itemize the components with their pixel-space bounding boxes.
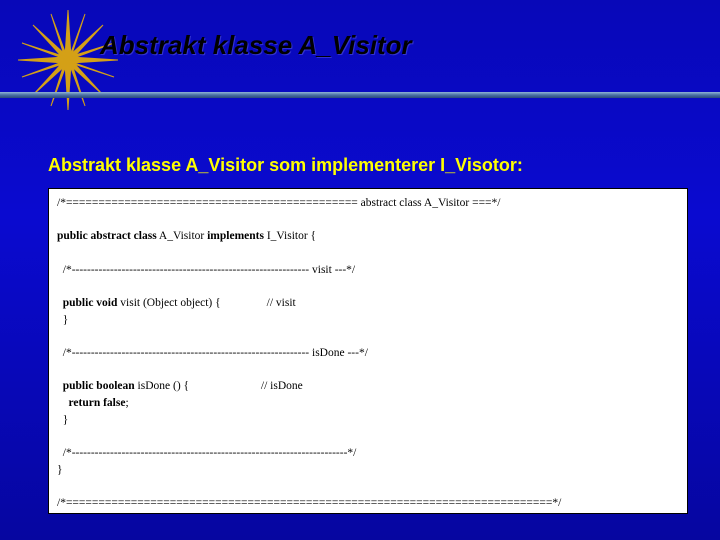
code-line: [57, 478, 679, 495]
slide-title: Abstrakt klasse A_Visitor: [100, 30, 412, 61]
code-line: return false;: [57, 395, 679, 412]
code-line: /*--------------------------------------…: [57, 262, 679, 279]
code-line: }: [57, 412, 679, 429]
code-line: /*======================================…: [57, 195, 679, 212]
code-line: [57, 428, 679, 445]
code-line: public abstract class A_Visitor implemen…: [57, 228, 679, 245]
code-box: /*======================================…: [48, 188, 688, 514]
slide-subtitle: Abstrakt klasse A_Visitor som implemente…: [48, 155, 523, 176]
code-line: /*--------------------------------------…: [57, 345, 679, 362]
code-line: public void visit (Object object) { // v…: [57, 295, 679, 312]
code-line: /*======================================…: [57, 495, 679, 512]
code-line: }: [57, 462, 679, 479]
code-line: [57, 212, 679, 229]
code-line: [57, 328, 679, 345]
code-line: [57, 245, 679, 262]
code-line: [57, 278, 679, 295]
code-line: [57, 362, 679, 379]
divider-rule: [0, 92, 720, 98]
code-line: }: [57, 312, 679, 329]
code-line: public boolean isDone () { // isDone: [57, 378, 679, 395]
code-line: /*--------------------------------------…: [57, 445, 679, 462]
